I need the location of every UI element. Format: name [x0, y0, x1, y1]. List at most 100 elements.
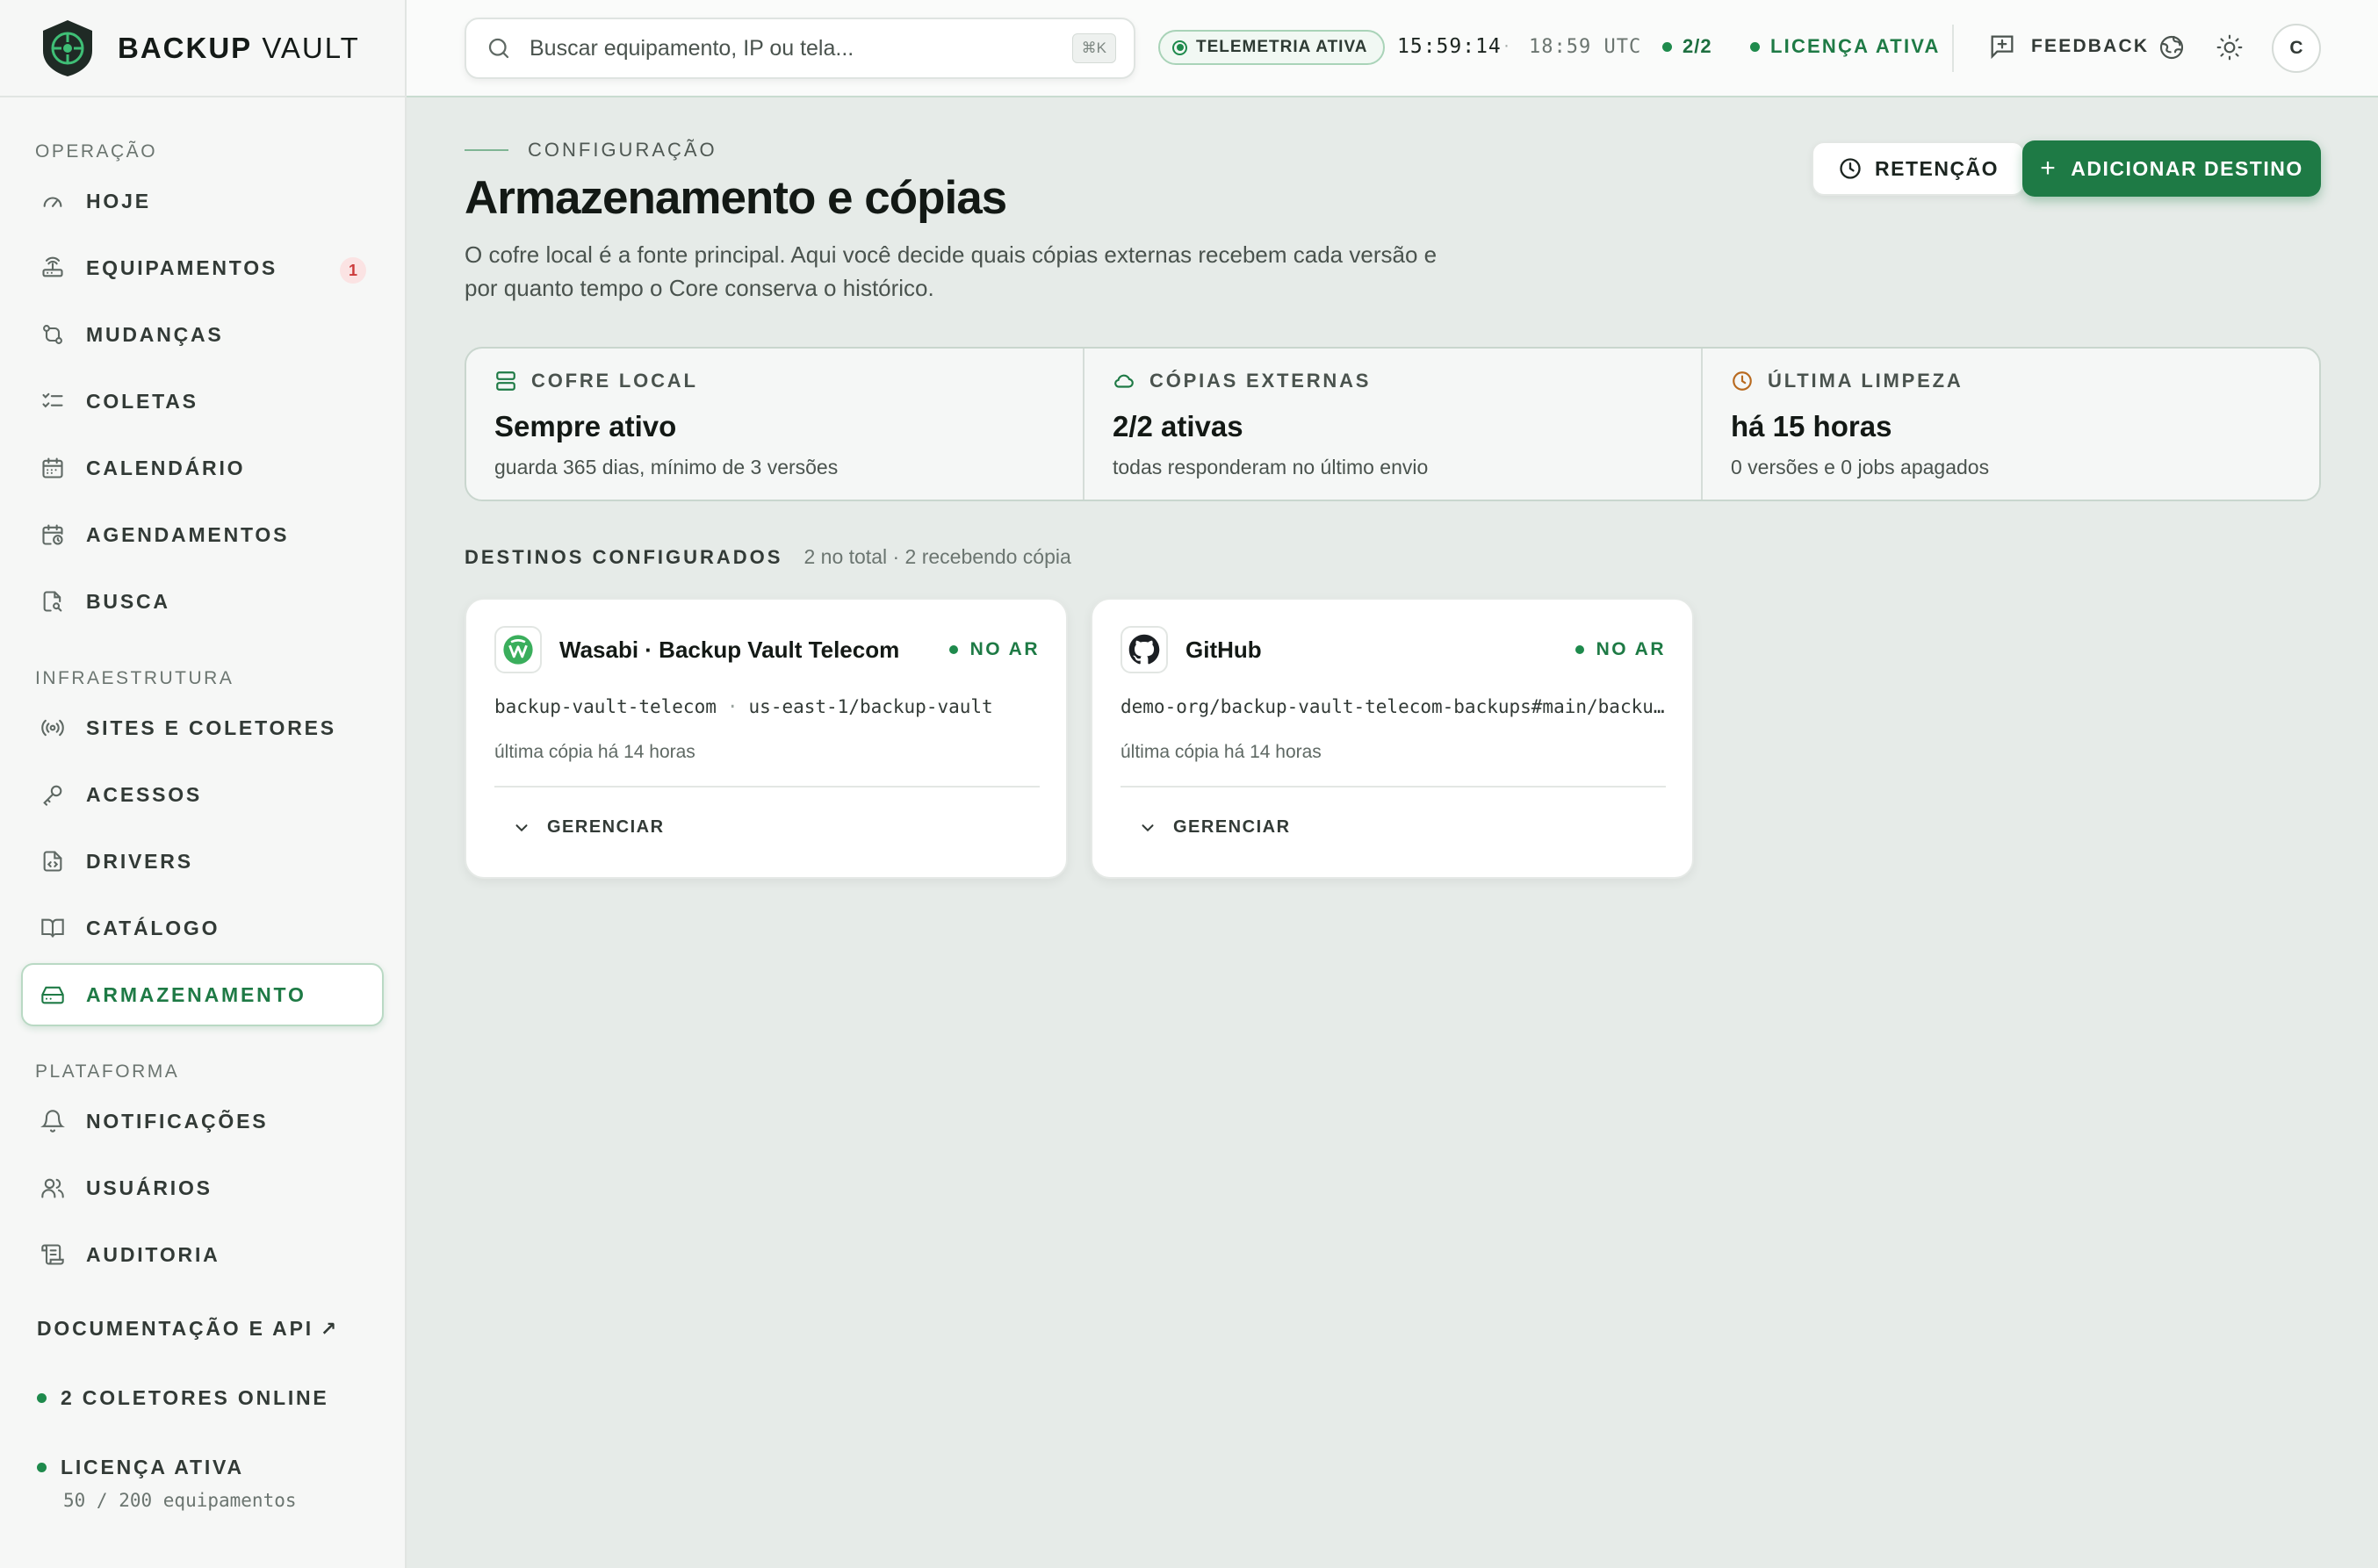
stat-label-text: COFRE LOCAL [531, 370, 698, 392]
sidebar-item-calendario[interactable]: CALENDÁRIO [21, 436, 384, 500]
page-description: O cofre local é a fonte principal. Aqui … [465, 241, 1438, 301]
brand-name: BACKUP VAULT [118, 31, 360, 64]
sidebar-item-label: MUDANÇAS [86, 322, 224, 346]
online-dot-icon [948, 645, 958, 654]
stat-label: ÚLTIMA LIMPEZA [1731, 370, 2291, 392]
sidebar-item-hoje[interactable]: HOJE [21, 169, 384, 233]
destination-card-github: GitHub NO AR demo-org/backup-vault-telec… [1091, 598, 1694, 879]
sidebar-item-usuarios[interactable]: USUÁRIOS [21, 1156, 384, 1219]
users-icon [40, 1176, 65, 1200]
stat-value: há 15 horas [1731, 410, 1892, 442]
license-label: LICENÇA ATIVA [61, 1456, 244, 1478]
ratio-dot-icon [1662, 41, 1672, 52]
message-plus-icon [1987, 32, 2017, 61]
sidebar-item-label: HOJE [86, 189, 151, 212]
bell-icon [40, 1109, 65, 1133]
nav-section-plataforma: PLATAFORMA [35, 1061, 180, 1082]
retention-label: RETENÇÃO [1875, 156, 2000, 180]
docs-api-label: DOCUMENTAÇÃO E API [37, 1317, 313, 1340]
telemetry-status-icon [1172, 40, 1187, 55]
theme-sun-icon[interactable] [2214, 32, 2245, 63]
sidebar-item-equipamentos[interactable]: EQUIPAMENTOS 1 [21, 236, 384, 299]
manage-toggle[interactable]: GERENCIAR [512, 817, 665, 838]
status-badge: NO AR [1575, 639, 1666, 660]
eyebrow-line [465, 149, 508, 151]
sidebar-item-notificacoes[interactable]: NOTIFICAÇÕES [21, 1090, 384, 1153]
collectors-label: 2 COLETORES ONLINE [61, 1386, 329, 1409]
sidebar: BACKUP VAULT OPERAÇÃO HOJE EQUIPAMENTOS … [0, 0, 407, 1568]
sidebar-item-drivers[interactable]: DRIVERS [21, 830, 384, 893]
cloud-icon [1113, 370, 1135, 392]
license-indicator: LICENÇA ATIVA [1750, 35, 1941, 58]
stat-value: Sempre ativo [494, 410, 677, 442]
telemetry-label: TELEMETRIA ATIVA [1196, 38, 1368, 56]
avatar[interactable]: C [2272, 24, 2321, 73]
local-clock: 15:59:14 [1397, 35, 1502, 58]
calendar-icon [40, 456, 65, 480]
sidebar-item-agendamentos[interactable]: AGENDAMENTOS [21, 503, 384, 566]
sidebar-item-armazenamento[interactable]: ARMAZENAMENTO [21, 963, 384, 1026]
bucket-name: backup-vault-telecom [494, 696, 717, 717]
sidebar-item-label: DRIVERS [86, 849, 193, 873]
docs-api-link[interactable]: DOCUMENTAÇÃO E API ↗ [37, 1317, 339, 1341]
list-checks-icon [40, 389, 65, 414]
brand[interactable]: BACKUP VAULT [0, 0, 405, 97]
card-header: GitHub NO AR [1121, 626, 1666, 673]
collectors-status: 2 COLETORES ONLINE [37, 1386, 339, 1410]
globe-icon[interactable] [2156, 32, 2187, 63]
manage-toggle[interactable]: GERENCIAR [1138, 817, 1291, 838]
alert-count-badge: 1 [340, 257, 366, 284]
external-link-icon: ↗ [320, 1317, 340, 1340]
stat-last-cleanup: ÚLTIMA LIMPEZA há 15 horas 0 versões e 0… [1703, 349, 2319, 500]
sidebar-item-auditoria[interactable]: AUDITORIA [21, 1223, 384, 1286]
sidebar-item-coletas[interactable]: COLETAS [21, 370, 384, 433]
database-icon [494, 370, 517, 392]
telemetry-badge[interactable]: TELEMETRIA ATIVA [1158, 30, 1386, 65]
stat-value: 2/2 ativas [1113, 410, 1243, 442]
collectors-ratio: 2/2 [1662, 35, 1712, 58]
stat-external-copies: CÓPIAS EXTERNAS 2/2 ativas todas respond… [1085, 349, 1703, 500]
status-label: NO AR [1596, 639, 1666, 659]
search-box[interactable]: ⌘K [465, 18, 1135, 79]
path-separator: · [726, 696, 739, 717]
sidebar-item-busca[interactable]: BUSCA [21, 570, 384, 633]
gauge-icon [40, 189, 65, 213]
sidebar-item-acessos[interactable]: ACESSOS [21, 763, 384, 826]
sidebar-item-label: BUSCA [86, 589, 170, 613]
summary-stats: COFRE LOCAL Sempre ativo guarda 365 dias… [465, 347, 2321, 501]
manage-label: GERENCIAR [547, 817, 665, 837]
license-usage: 50 / 200 equipamentos [63, 1490, 297, 1511]
add-destination-button[interactable]: + ADICIONAR DESTINO [2022, 140, 2321, 197]
feedback-button[interactable]: FEEDBACK [1987, 32, 2149, 61]
destinations-title: DESTINOS CONFIGURADOS [465, 546, 783, 568]
license-dot-icon [1750, 41, 1760, 52]
clock-separator: · [1503, 35, 1510, 55]
breadcrumb: CONFIGURAÇÃO [465, 139, 717, 162]
file-code-icon [40, 849, 65, 874]
main-content: CONFIGURAÇÃO Armazenamento e cópias O co… [407, 99, 2378, 1568]
sidebar-item-mudancas[interactable]: MUDANÇAS [21, 303, 384, 366]
destination-name: GitHub [1185, 636, 1262, 663]
destination-path: demo-org/backup-vault-telecom-backups#ma… [1121, 696, 1669, 717]
destination-name: Wasabi · Backup Vault Telecom [559, 636, 900, 663]
license-status: LICENÇA ATIVA [37, 1456, 339, 1479]
sidebar-item-sites-coletores[interactable]: SITES E COLETORES [21, 696, 384, 759]
hard-drive-icon [40, 982, 65, 1007]
stat-label: COFRE LOCAL [494, 370, 1055, 392]
sidebar-item-catalogo[interactable]: CATÁLOGO [21, 896, 384, 960]
radio-icon [40, 716, 65, 740]
license-dot-icon [37, 1463, 47, 1472]
sidebar-item-label: AGENDAMENTOS [86, 522, 290, 546]
clock-icon [1838, 156, 1863, 181]
eyebrow-label: CONFIGURAÇÃO [528, 139, 717, 161]
last-copy-time: última cópia há 14 horas [494, 742, 695, 762]
sidebar-item-label: AUDITORIA [86, 1242, 220, 1266]
online-dot-icon [37, 1393, 47, 1403]
search-shortcut-hint: ⌘K [1071, 33, 1116, 63]
retention-button[interactable]: RETENÇÃO [1812, 141, 2026, 196]
sidebar-item-label: ARMAZENAMENTO [86, 982, 306, 1006]
ratio-label: 2/2 [1683, 35, 1712, 57]
clock-icon [1731, 370, 1754, 392]
add-destination-label: ADICIONAR DESTINO [2071, 156, 2303, 180]
search-input[interactable] [530, 35, 1072, 61]
